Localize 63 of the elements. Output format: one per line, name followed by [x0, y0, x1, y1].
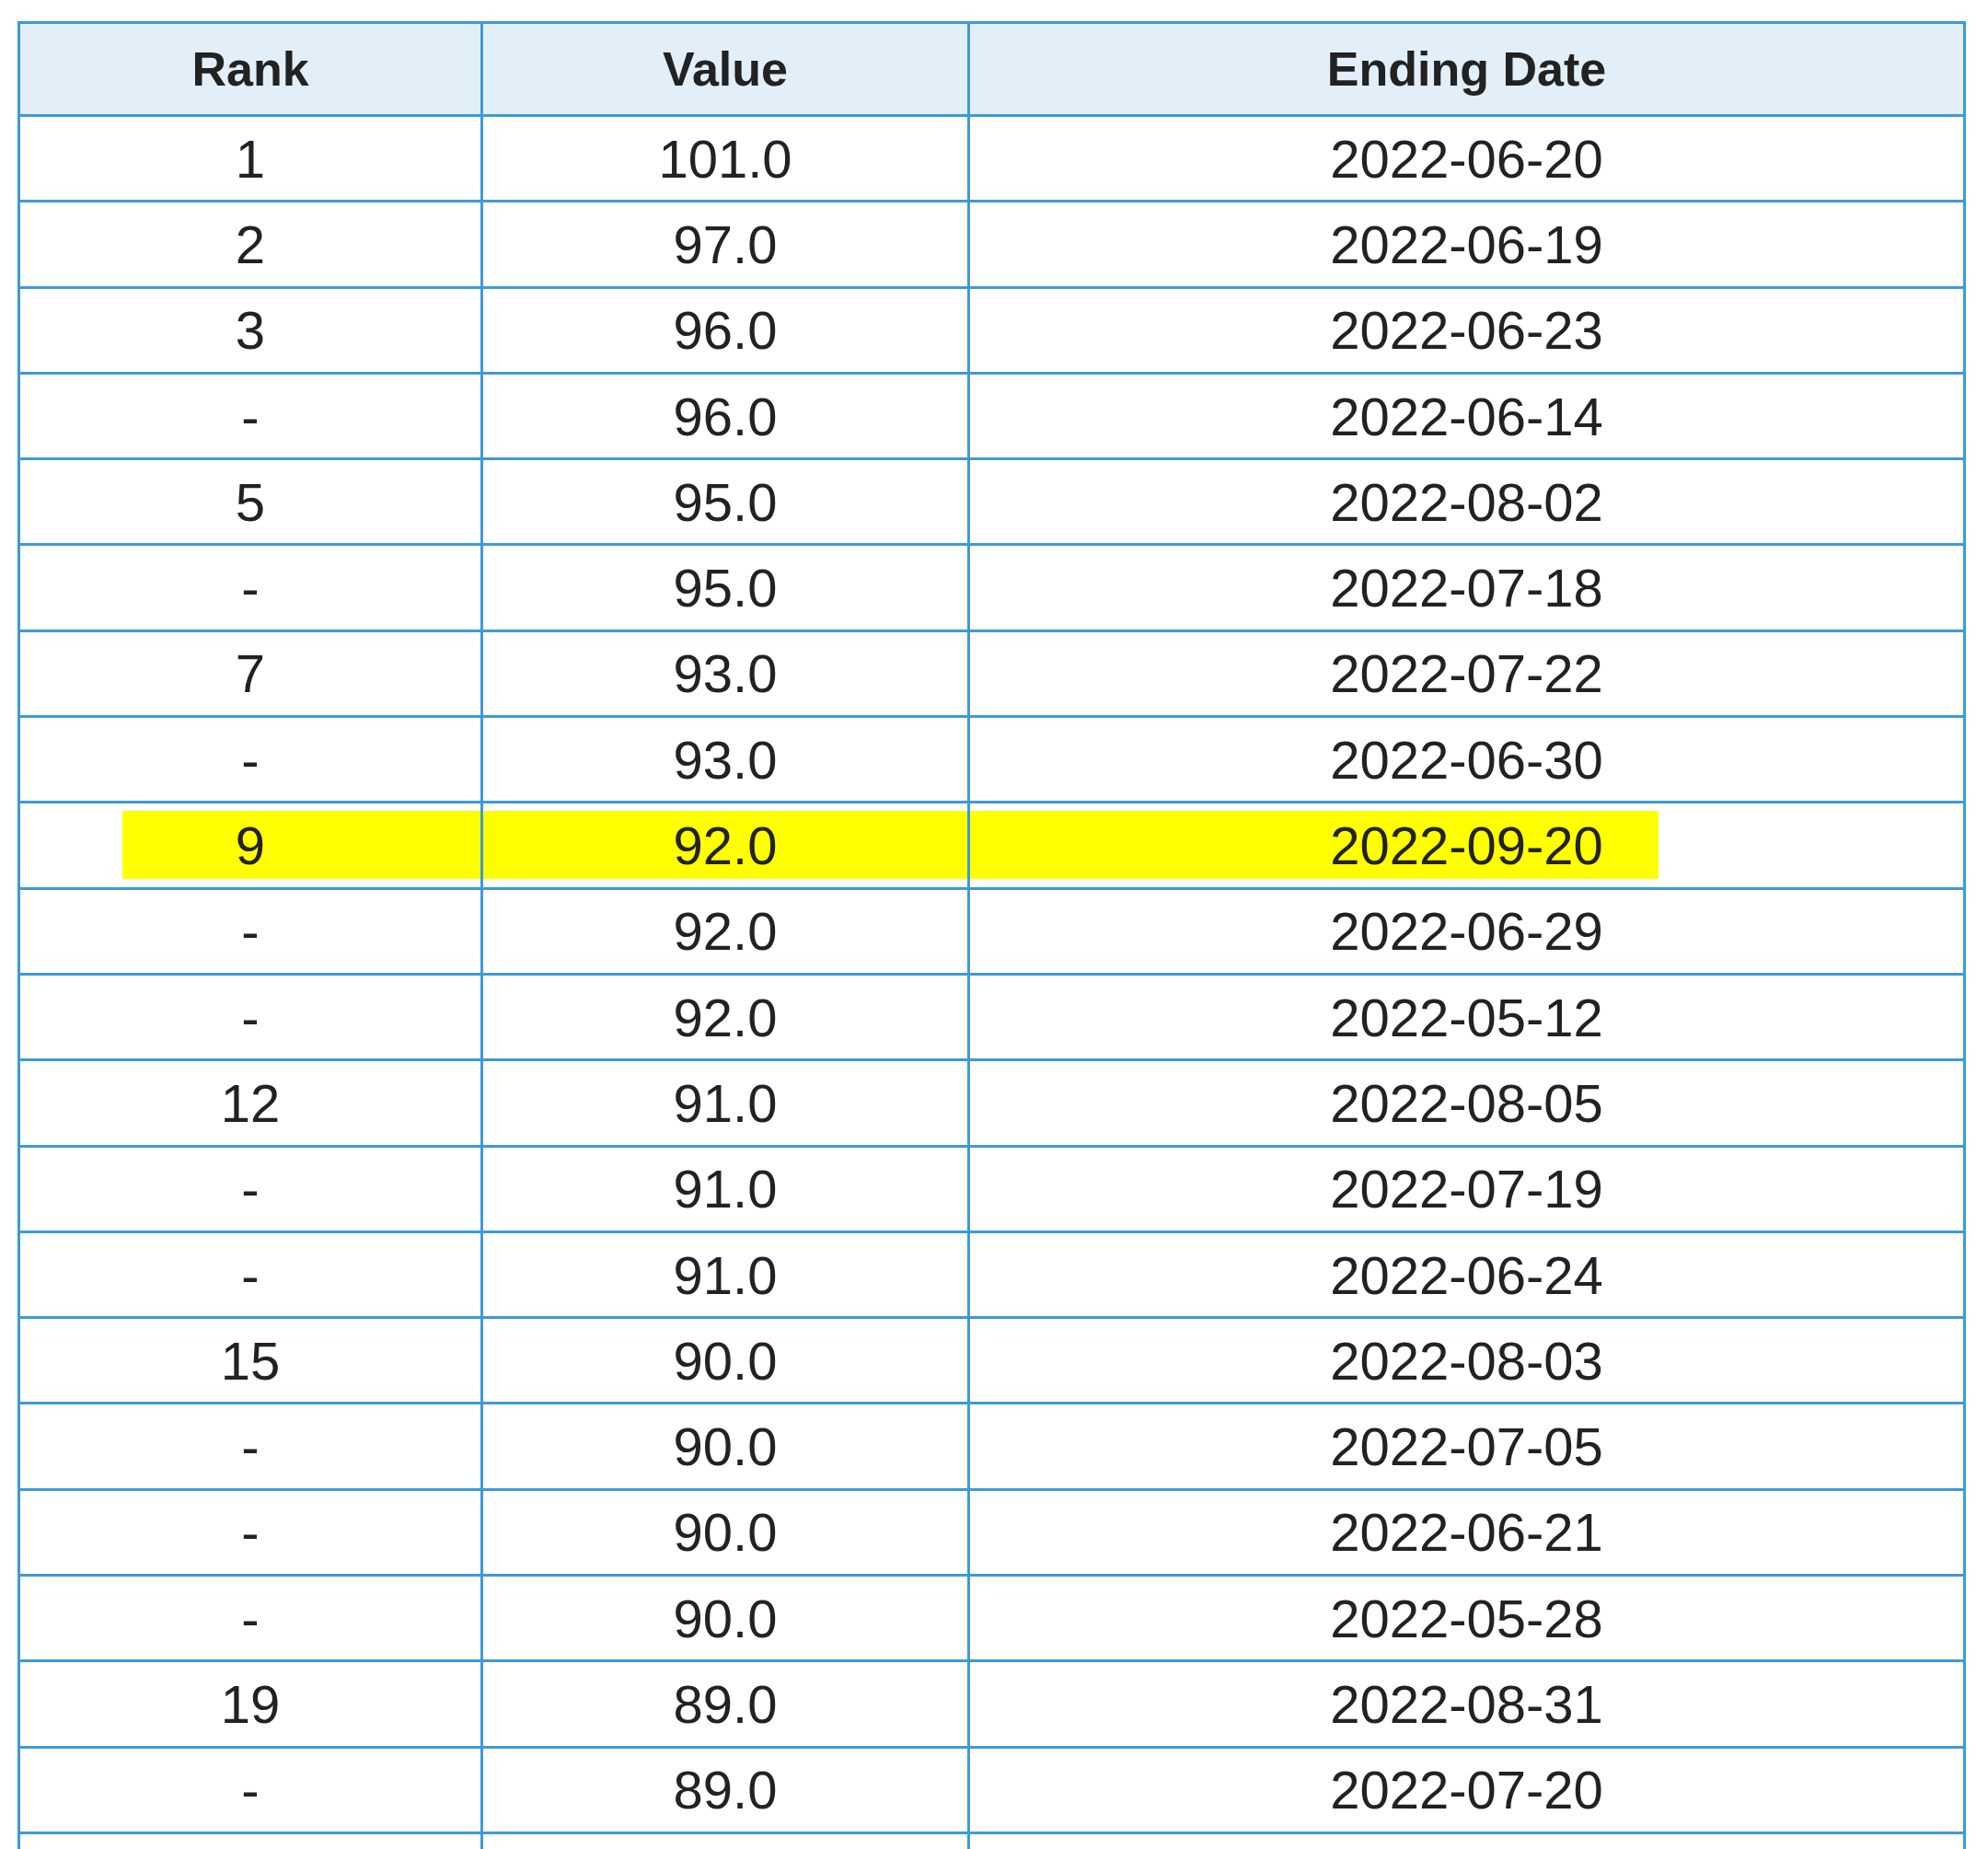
table-cell: 19 — [20, 1662, 483, 1749]
table-cell: 2022-08-05 — [970, 1061, 1966, 1148]
table-cell: 90.0 — [483, 1404, 970, 1491]
table-cell: 2 — [20, 202, 483, 289]
table-cell: 2022-06-30 — [970, 718, 1966, 804]
table-cell: - — [20, 975, 483, 1062]
table-cell: 12 — [20, 1061, 483, 1148]
table-cell: 1 — [20, 117, 483, 203]
table-cell: 2022-07-19 — [970, 1147, 1966, 1233]
table-cell: 2022-06-14 — [970, 374, 1966, 461]
table-cell: 90.0 — [483, 1319, 970, 1405]
column-header: Ending Date — [970, 24, 1966, 117]
table-cell: 3 — [20, 288, 483, 375]
table-cell: 2022-06-23 — [970, 288, 1966, 375]
table-cell: - — [20, 718, 483, 804]
table-cell: - — [20, 1490, 483, 1577]
table-cell: 2022-07-18 — [970, 546, 1966, 632]
table-cell: 95.0 — [483, 460, 970, 547]
table-cell: - — [20, 1147, 483, 1233]
table-cell: 2022-08-31 — [970, 1662, 1966, 1749]
table-cell: 9 — [20, 803, 483, 890]
table-cell: 2022-06-19 — [970, 202, 1966, 289]
table-cell: 92.0 — [483, 975, 970, 1062]
table-cell: 97.0 — [483, 202, 970, 289]
table-cell: 89.0 — [483, 1662, 970, 1749]
table-cell: 2022-06-29 — [970, 889, 1966, 976]
table-cell: 2022-08-03 — [970, 1319, 1966, 1405]
table-cell: 93.0 — [483, 631, 970, 719]
table-cell: 2022-07-05 — [970, 1404, 1966, 1491]
column-header: Value — [483, 24, 970, 117]
table-cell: 96.0 — [483, 288, 970, 375]
table-cell: 91.0 — [483, 1061, 970, 1148]
table-cell: 91.0 — [483, 1232, 970, 1320]
table-cell: - — [20, 1404, 483, 1491]
table-cell: 2022-07-20 — [970, 1748, 1966, 1834]
table-cell: 90.0 — [483, 1577, 970, 1663]
table-cell: 5 — [20, 460, 483, 547]
table-cell: 93.0 — [483, 718, 970, 804]
table-cell: 92.0 — [483, 803, 970, 890]
column-header: Rank — [20, 24, 483, 117]
table-cell: 2022-06-21 — [970, 1490, 1966, 1577]
table-cell: 2022-07-22 — [970, 631, 1966, 719]
table-cell: 89.0 — [483, 1748, 970, 1834]
table-cell: 101.0 — [483, 117, 970, 203]
table-cell: 7 — [20, 631, 483, 719]
table-cell: - — [20, 1748, 483, 1834]
table-cell: 90.0 — [483, 1490, 970, 1577]
table-cell: 96.0 — [483, 374, 970, 461]
table-cell: - — [20, 889, 483, 976]
table-cell: 2022-06-24 — [970, 1232, 1966, 1320]
table-cell: 91.0 — [483, 1147, 970, 1233]
table-cell: 15 — [20, 1319, 483, 1405]
table-cell: - — [20, 1577, 483, 1663]
table-cell: - — [20, 1232, 483, 1320]
table-cell: 95.0 — [483, 546, 970, 632]
table-cell: 2022-05-12 — [970, 975, 1966, 1062]
table-cell: 2022-08-02 — [970, 460, 1966, 547]
table-cell: 92.0 — [483, 889, 970, 976]
table-cell: 2022-06-20 — [970, 117, 1966, 203]
table-cell: - — [20, 374, 483, 461]
table-cell: 2022-09-20 — [970, 803, 1966, 890]
table-cell: - — [20, 546, 483, 632]
table-cell: 2022-05-28 — [970, 1577, 1966, 1663]
